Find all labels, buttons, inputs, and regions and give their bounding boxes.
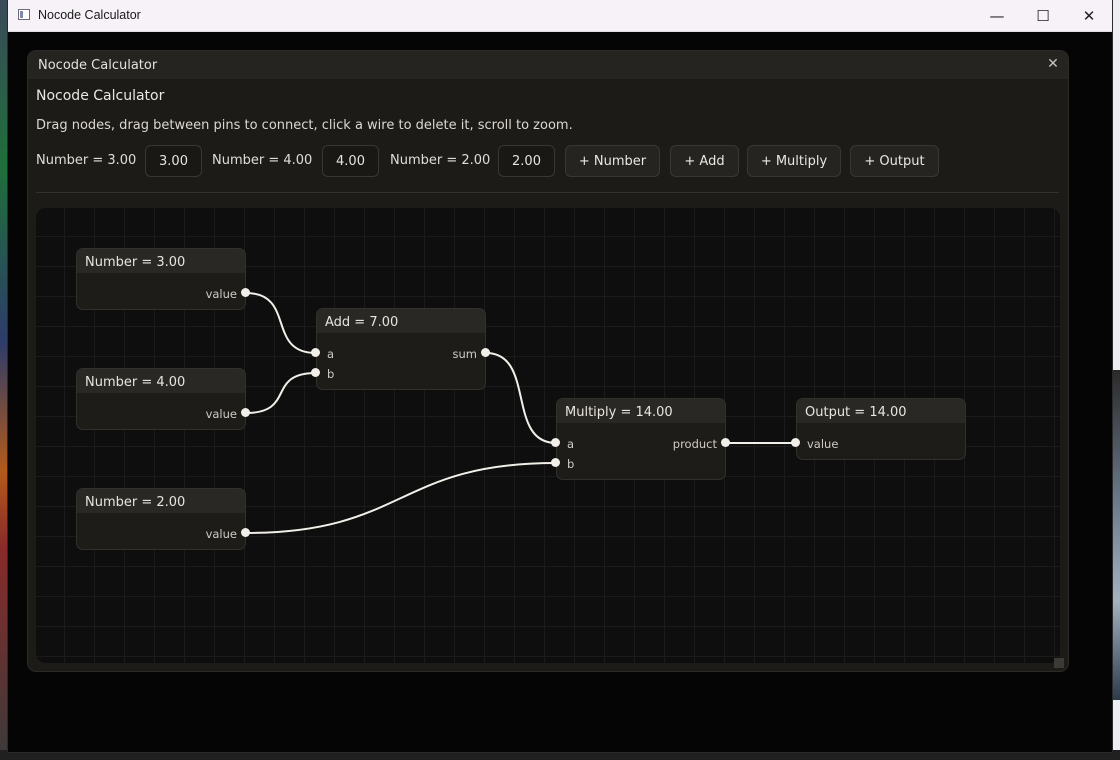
pin-label-sum: sum: [452, 347, 477, 361]
app-window: Nocode Calculator — ☐ ✕ Nocode Calculato…: [8, 0, 1112, 752]
number-3-input[interactable]: 2.00: [498, 145, 555, 177]
node-title: Number = 2.00: [85, 495, 186, 510]
input-pin-add-b[interactable]: [311, 368, 320, 377]
number-2-input[interactable]: 4.00: [322, 145, 379, 177]
pin-label-value: value: [205, 287, 237, 301]
output-pin-number1[interactable]: [241, 288, 250, 297]
input-pin-add-a[interactable]: [311, 348, 320, 357]
resize-handle[interactable]: [1054, 658, 1064, 668]
node-title: Output = 14.00: [805, 405, 907, 420]
input-pin-multiply-a[interactable]: [551, 438, 560, 447]
pin-label-a: a: [327, 347, 335, 361]
panel-header[interactable]: Nocode Calculator ✕: [28, 51, 1068, 79]
desktop-background-right: [1112, 0, 1120, 760]
pin-label-value: value: [205, 527, 237, 541]
add-multiply-node-button[interactable]: + Multiply: [747, 145, 841, 177]
output-pin-multiply-product[interactable]: [721, 438, 730, 447]
node-canvas[interactable]: Number = 3.00 value Number = 4.00 value …: [36, 208, 1060, 663]
number-2-label: Number = 4.00: [212, 153, 313, 168]
window-title: Nocode Calculator: [38, 8, 141, 22]
number-node-1[interactable]: Number = 3.00 value: [76, 248, 246, 310]
pin-label-a: a: [567, 437, 575, 451]
node-title: Number = 3.00: [85, 255, 186, 270]
node-title: Add = 7.00: [325, 315, 399, 330]
wire-number3-to-multiply-b[interactable]: [245, 462, 557, 534]
number-1-label: Number = 3.00: [36, 153, 137, 168]
wire-add-to-multiply-a[interactable]: [485, 352, 557, 444]
add-add-node-button[interactable]: + Add: [670, 145, 739, 177]
pin-label-value: value: [807, 437, 839, 451]
number-3-label: Number = 2.00: [390, 153, 491, 168]
maximize-button[interactable]: ☐: [1020, 0, 1066, 31]
pin-label-b: b: [327, 367, 335, 381]
pin-label-product: product: [672, 437, 717, 451]
add-number-button[interactable]: + Number: [565, 145, 660, 177]
divider: [36, 192, 1059, 193]
minimize-button[interactable]: —: [974, 0, 1020, 31]
multiply-node[interactable]: Multiply = 14.00 a b product: [556, 398, 726, 480]
panel-close-icon[interactable]: ✕: [1044, 55, 1062, 73]
add-output-node-button[interactable]: + Output: [850, 145, 939, 177]
number-1-input[interactable]: 3.00: [145, 145, 202, 177]
wire-number2-to-add-b[interactable]: [245, 372, 317, 414]
page-heading: Nocode Calculator: [36, 88, 165, 104]
output-pin-add-sum[interactable]: [481, 348, 490, 357]
pin-label-b: b: [567, 457, 575, 471]
number-node-3[interactable]: Number = 2.00 value: [76, 488, 246, 550]
output-pin-number2[interactable]: [241, 408, 250, 417]
pin-label-value: value: [205, 407, 237, 421]
input-pin-output-value[interactable]: [791, 438, 800, 447]
panel-title: Nocode Calculator: [38, 58, 158, 73]
instructions-text: Drag nodes, drag between pins to connect…: [36, 118, 573, 133]
output-pin-number3[interactable]: [241, 528, 250, 537]
node-title: Multiply = 14.00: [565, 405, 673, 420]
calculator-panel: Nocode Calculator ✕ Nocode Calculator Dr…: [28, 51, 1068, 671]
node-title: Number = 4.00: [85, 375, 186, 390]
number-node-2[interactable]: Number = 4.00 value: [76, 368, 246, 430]
output-node[interactable]: Output = 14.00 value: [796, 398, 966, 460]
window-titlebar[interactable]: Nocode Calculator — ☐ ✕: [8, 0, 1112, 32]
desktop-thumbnail: [1112, 370, 1120, 700]
wire-number1-to-add-a[interactable]: [245, 292, 317, 354]
desktop-background-left: [0, 0, 8, 760]
input-pin-multiply-b[interactable]: [551, 458, 560, 467]
close-button[interactable]: ✕: [1066, 0, 1112, 31]
app-icon: [18, 9, 30, 20]
add-node[interactable]: Add = 7.00 a b sum: [316, 308, 486, 390]
